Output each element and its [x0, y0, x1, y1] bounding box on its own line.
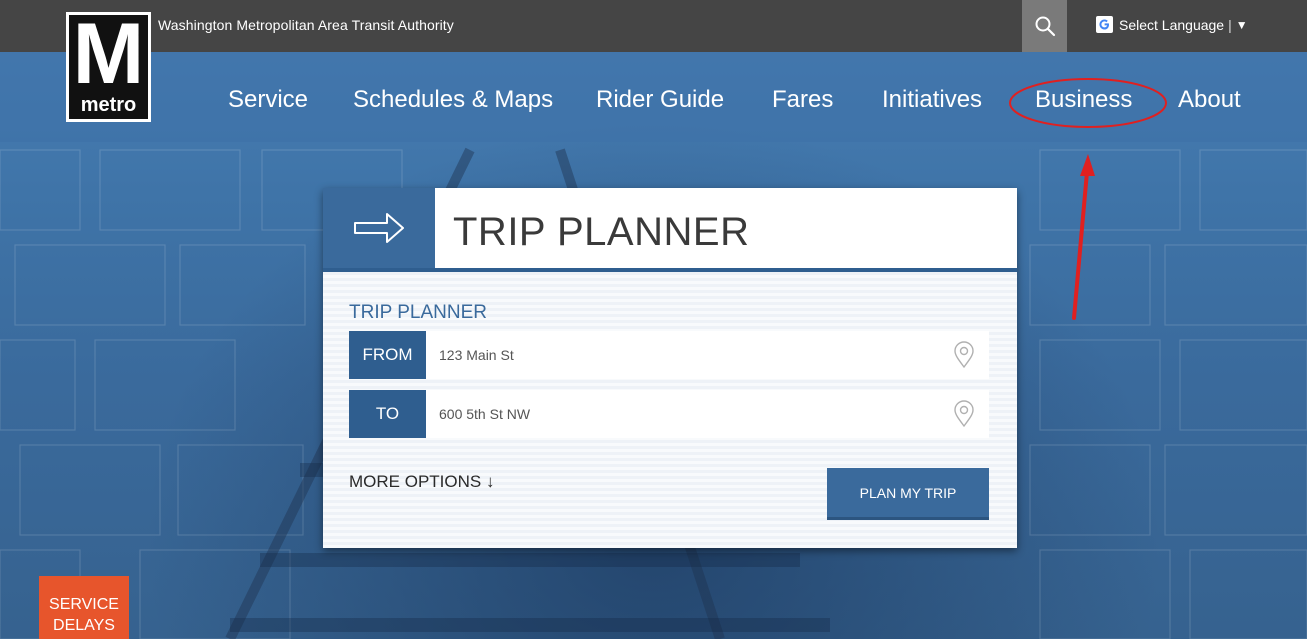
to-field-row: TO — [349, 390, 989, 438]
arrow-down-icon: ↓ — [485, 472, 495, 491]
service-delays-line1: SERVICE — [49, 596, 119, 613]
from-input-wrapper — [426, 331, 989, 379]
trip-planner-form: TRIP PLANNER FROM TO MORE OP — [323, 272, 1017, 548]
organization-name: Washington Metropolitan Area Transit Aut… — [158, 17, 454, 33]
service-delays-line2: DELAYS — [53, 617, 115, 634]
nav-item-business[interactable]: Business — [1035, 86, 1132, 114]
from-input[interactable] — [426, 331, 939, 379]
from-field-row: FROM — [349, 331, 989, 379]
language-label: Select Language — [1119, 16, 1225, 33]
from-tag: FROM — [349, 331, 426, 379]
logo-letter: M — [72, 6, 145, 102]
nav-item-about[interactable]: About — [1178, 86, 1241, 114]
trip-planner-title: TRIP PLANNER — [453, 210, 750, 254]
nav-item-initiatives[interactable]: Initiatives — [882, 86, 982, 114]
logo-word: metro — [80, 94, 137, 116]
top-bar: Washington Metropolitan Area Transit Aut… — [0, 0, 1307, 52]
location-pin-icon[interactable] — [953, 341, 975, 369]
trip-planner-section-label: TRIP PLANNER — [349, 302, 487, 323]
nav-item-service[interactable]: Service — [228, 86, 308, 114]
main-navigation: Service Schedules & Maps Rider Guide Far… — [0, 52, 1307, 142]
metro-logo[interactable]: M metro — [66, 6, 151, 122]
plan-my-trip-button[interactable]: PLAN MY TRIP — [827, 468, 989, 520]
search-button[interactable] — [1022, 0, 1067, 52]
service-delays-button[interactable]: SERVICE DELAYS — [39, 576, 129, 639]
more-options-label: MORE OPTIONS — [349, 472, 482, 491]
to-input-wrapper — [426, 390, 989, 438]
to-tag: TO — [349, 390, 426, 438]
search-icon — [1035, 16, 1055, 37]
nav-item-schedules-maps[interactable]: Schedules & Maps — [353, 86, 553, 114]
more-options-toggle[interactable]: MORE OPTIONS ↓ — [349, 472, 494, 492]
nav-item-fares[interactable]: Fares — [772, 86, 833, 114]
language-selector[interactable]: Select Language | ▼ — [1096, 16, 1248, 33]
google-translate-icon — [1096, 16, 1113, 33]
trip-planner-arrow-box — [323, 188, 435, 268]
caret-down-icon: ▼ — [1235, 17, 1248, 32]
trip-planner-card: TRIP PLANNER TRIP PLANNER FROM TO — [323, 188, 1017, 548]
to-input[interactable] — [426, 390, 939, 438]
language-separator: | — [1228, 16, 1232, 33]
location-pin-icon[interactable] — [953, 400, 975, 428]
arrow-right-icon — [354, 213, 404, 243]
trip-planner-header: TRIP PLANNER — [323, 188, 1017, 272]
nav-item-rider-guide[interactable]: Rider Guide — [596, 86, 724, 114]
